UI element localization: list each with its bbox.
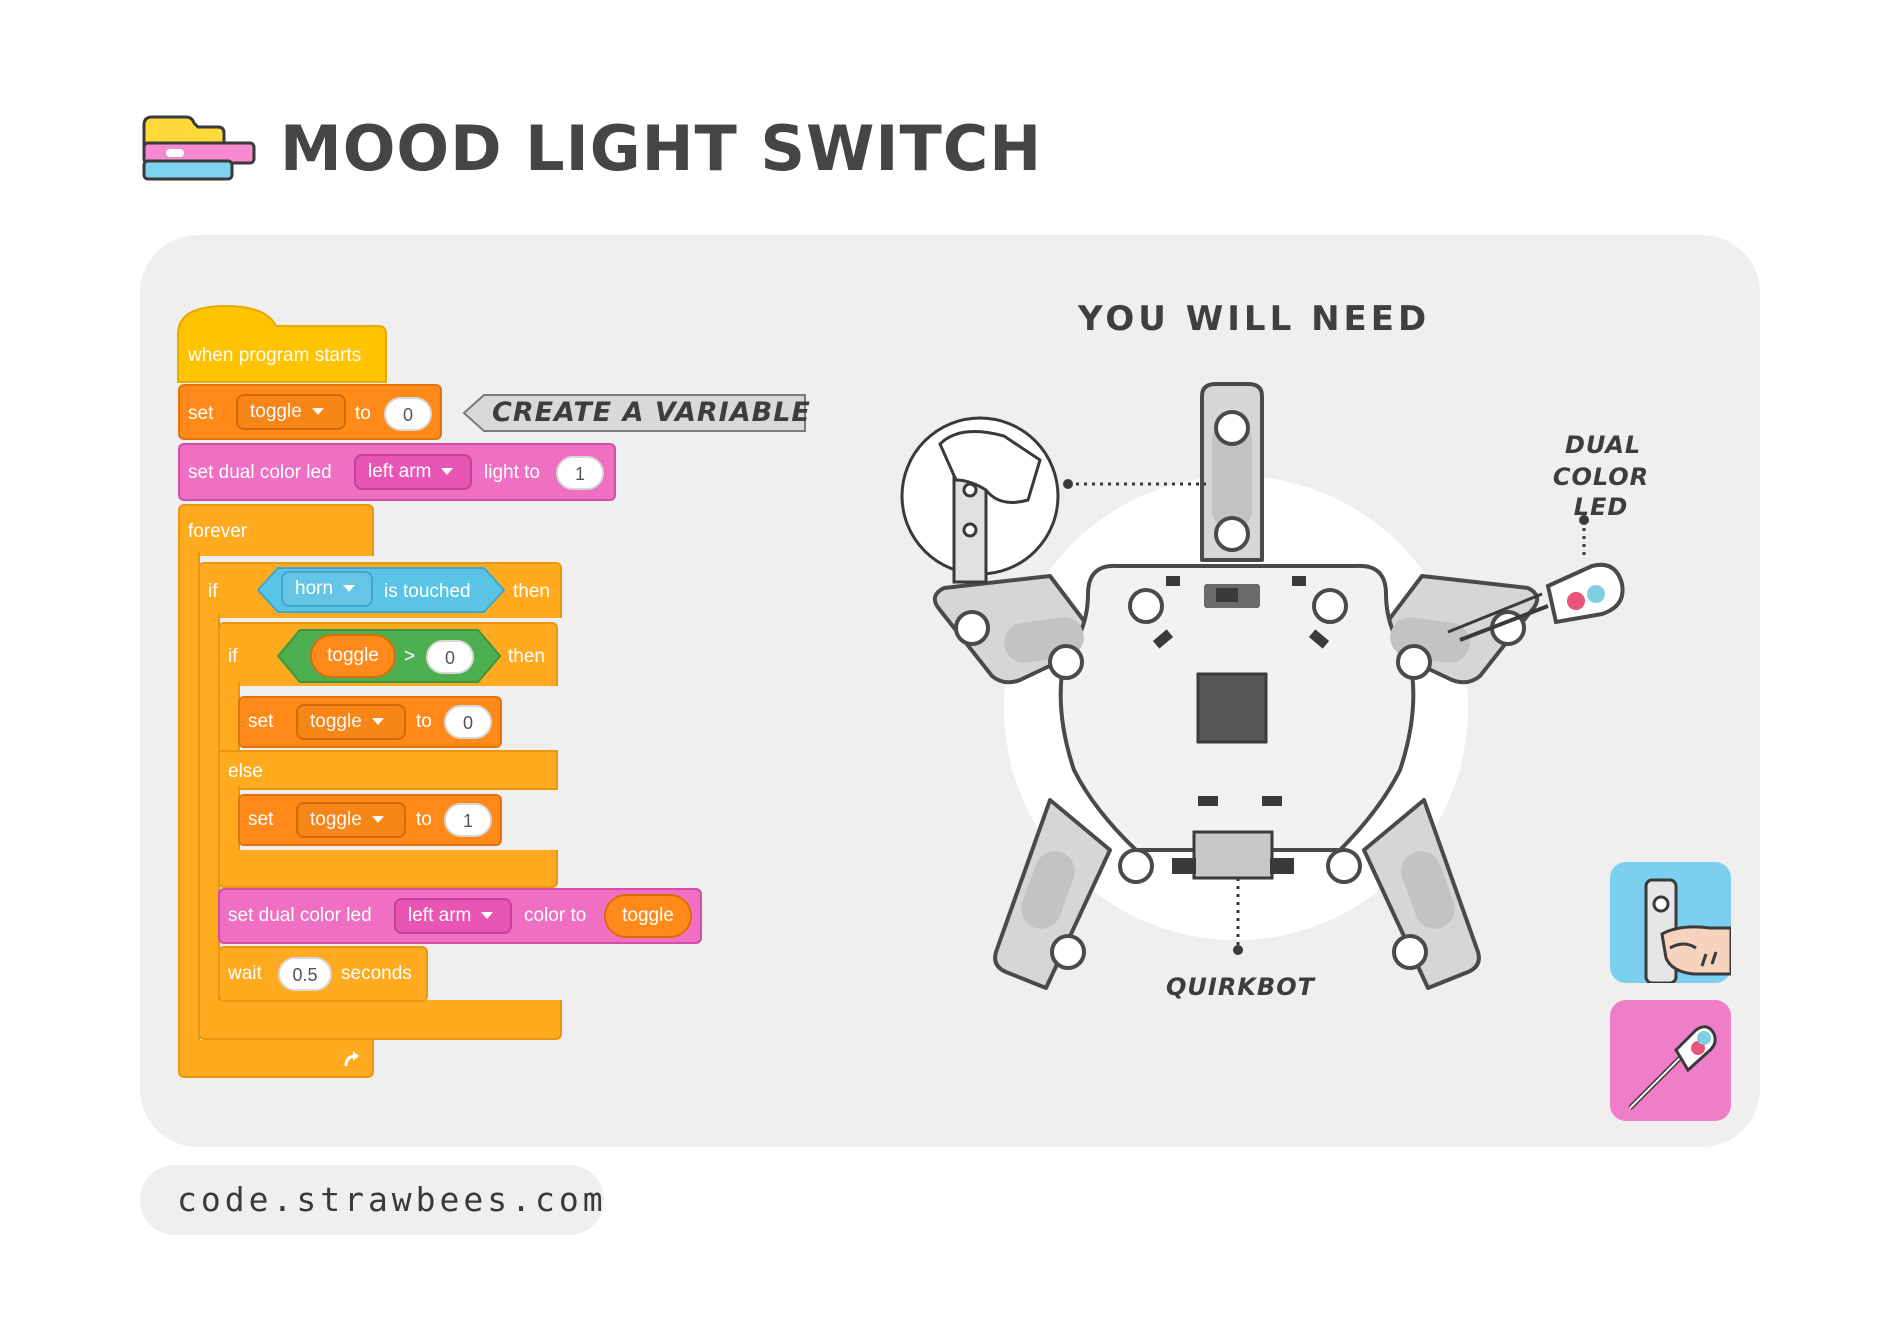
set-label: set [248, 711, 274, 732]
toggle-dropdown[interactable]: toggle [296, 802, 406, 838]
when-program-starts-label[interactable]: when program starts [188, 344, 361, 368]
led-target-dropdown-label: left arm [368, 461, 432, 482]
led-target-dropdown[interactable]: left arm [394, 898, 512, 934]
if-label: if [228, 646, 238, 667]
color-to-label: color to [524, 905, 587, 926]
wait-seconds-field[interactable]: 0.5 [278, 957, 332, 991]
set-led-label: set dual color led [188, 462, 332, 483]
toggle-dropdown[interactable]: toggle [296, 704, 406, 740]
set-value-field[interactable]: 0 [384, 397, 432, 431]
if-else-arm-bottom [218, 786, 240, 854]
if-else-footer [218, 850, 558, 888]
light-to-label: light to [484, 462, 540, 483]
if-else-arm-top [218, 682, 240, 754]
toggle-variable-reporter[interactable]: toggle [310, 634, 396, 678]
set-label: set [248, 809, 274, 830]
create-variable-annotation: CREATE A VARIABLE [492, 397, 811, 428]
if-horn-footer [198, 1000, 562, 1040]
dual-color-led-label-line2: COLOR LED [1552, 463, 1650, 521]
set-label: set [188, 403, 214, 424]
quirkbot-label: QUIRKBOT [1166, 973, 1315, 1001]
loop-arrow-icon [344, 1051, 359, 1067]
led-target-dropdown-label: left arm [408, 905, 472, 926]
then-label: then [513, 581, 550, 602]
chevron-down-icon [371, 718, 384, 726]
else-section [218, 750, 558, 790]
chevron-down-icon [343, 585, 356, 593]
led-value-field[interactable]: 1 [556, 456, 604, 490]
forever-block-arm [178, 552, 200, 1042]
chevron-down-icon [481, 912, 494, 920]
dual-color-led-label-line1: DUAL [1565, 431, 1642, 459]
then-label: then [508, 646, 545, 667]
greater-than-label: > [404, 646, 416, 667]
set-value-field[interactable]: 1 [444, 803, 492, 837]
chevron-down-icon [441, 468, 454, 476]
horn-dropdown[interactable]: horn [281, 571, 373, 607]
touch-callout-icon [900, 416, 1060, 584]
toggle-dropdown[interactable]: toggle [236, 394, 346, 430]
to-label: to [355, 403, 371, 424]
you-will-need-title: YOU WILL NEED [1078, 299, 1431, 339]
chevron-down-icon [371, 816, 384, 824]
to-label: to [416, 809, 432, 830]
horn-dropdown-label: horn [295, 578, 334, 599]
else-label: else [228, 761, 263, 782]
block-stack-icon [142, 115, 256, 181]
chevron-down-icon [311, 408, 324, 416]
to-label: to [416, 711, 432, 732]
toggle-dropdown-label: toggle [310, 711, 362, 732]
dual-color-led-badge-icon [1610, 1000, 1731, 1121]
toggle-dropdown-label: toggle [250, 401, 302, 422]
website-url[interactable]: code.strawbees.com [177, 1180, 607, 1220]
led-target-dropdown[interactable]: left arm [354, 454, 472, 490]
is-touched-label: is touched [384, 581, 471, 602]
touch-sensor-badge-icon [1610, 862, 1731, 983]
if-horn-arm [198, 614, 220, 1004]
toggle-dropdown-label: toggle [310, 809, 362, 830]
set-led-label: set dual color led [228, 905, 372, 926]
seconds-label: seconds [341, 963, 412, 984]
toggle-variable-reporter[interactable]: toggle [604, 894, 692, 938]
forever-label: forever [188, 521, 248, 542]
if-label: if [208, 581, 218, 602]
compare-value-field[interactable]: 0 [426, 640, 474, 674]
set-value-field[interactable]: 0 [444, 705, 492, 739]
page-title: MOOD LIGHT SWITCH [280, 112, 1043, 185]
wait-label: wait [228, 963, 262, 984]
